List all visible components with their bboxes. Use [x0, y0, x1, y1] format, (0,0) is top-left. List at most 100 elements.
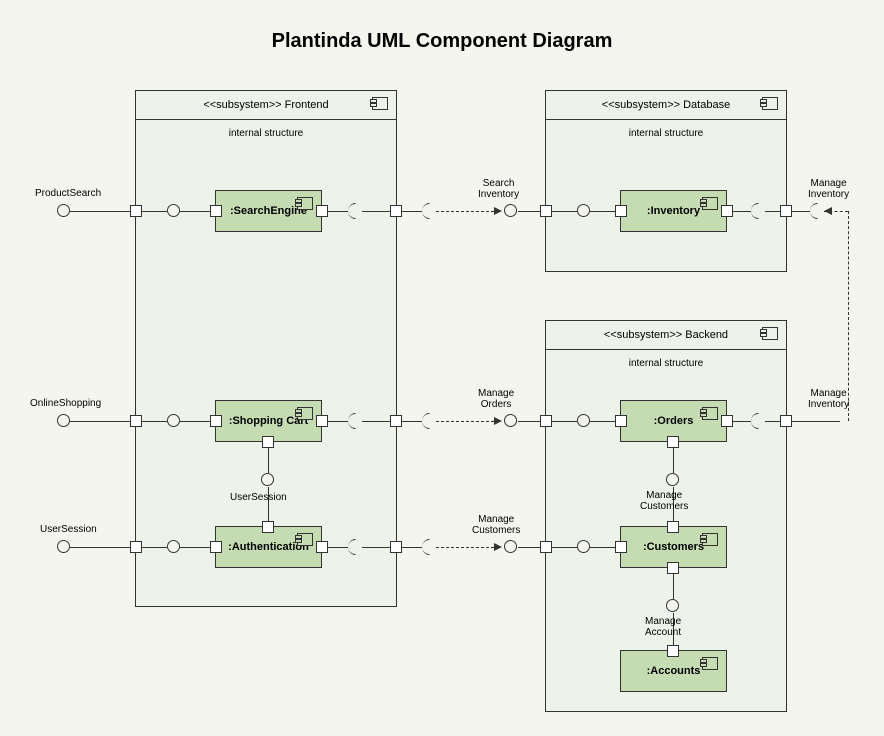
port [540, 205, 552, 217]
interface-ball [57, 414, 70, 427]
label-manageaccount: Manage Account [645, 616, 681, 638]
component-icon [762, 327, 778, 340]
label-manageinventory-right: Manage Inventory [808, 388, 849, 410]
connector [673, 448, 674, 473]
component-icon [702, 657, 718, 670]
port [615, 205, 627, 217]
interface-ball [666, 599, 679, 612]
database-header: <<subsystem>> Database [546, 91, 786, 120]
connector [552, 211, 577, 212]
port [390, 415, 402, 427]
connector [142, 211, 167, 212]
label-productsearch: ProductSearch [35, 188, 101, 199]
connector [792, 211, 810, 212]
connector [765, 421, 780, 422]
connector [402, 211, 422, 212]
connector [70, 421, 130, 422]
frontend-header: <<subsystem>> Frontend [136, 91, 396, 120]
frontend-stereotype: <<subsystem>> Frontend [203, 99, 328, 111]
connector [590, 421, 615, 422]
connector [792, 421, 840, 422]
diagram-canvas: Plantinda UML Component Diagram <<subsys… [0, 0, 884, 736]
component-icon [297, 197, 313, 210]
interface-socket [422, 539, 437, 555]
label-onlineshopping: OnlineShopping [30, 398, 101, 409]
connector [362, 421, 390, 422]
interface-ball [504, 540, 517, 553]
port [262, 436, 274, 448]
port [615, 415, 627, 427]
port [780, 205, 792, 217]
port [540, 415, 552, 427]
label-usersession: UserSession [40, 524, 97, 535]
backend-header: <<subsystem>> Backend [546, 321, 786, 350]
component-icon [702, 197, 718, 210]
connector [328, 211, 348, 212]
connector [552, 547, 577, 548]
connector [402, 421, 422, 422]
connector [328, 421, 348, 422]
interface-socket [810, 203, 825, 219]
database-stereotype: <<subsystem>> Database [602, 99, 730, 111]
interface-ball [167, 540, 180, 553]
port [540, 541, 552, 553]
port [210, 541, 222, 553]
port [130, 205, 142, 217]
connector-dashed [436, 211, 494, 212]
label-manageorders: Manage Orders [478, 388, 514, 410]
connector [180, 211, 210, 212]
connector [590, 211, 615, 212]
port [390, 541, 402, 553]
connector-dashed [436, 547, 494, 548]
port [667, 436, 679, 448]
connector [180, 547, 210, 548]
connector [362, 547, 390, 548]
component-icon [702, 407, 718, 420]
port [130, 541, 142, 553]
inventory-label: :Inventory [647, 205, 700, 217]
label-searchinventory: Search Inventory [478, 178, 519, 200]
port [210, 205, 222, 217]
interface-ball [167, 414, 180, 427]
port [316, 541, 328, 553]
arrow-icon [494, 417, 502, 425]
label-usersession-inner: UserSession [230, 492, 287, 503]
database-internal-label: internal structure [546, 120, 786, 139]
connector [328, 547, 348, 548]
component-icon [297, 407, 313, 420]
port [262, 521, 274, 533]
port [316, 205, 328, 217]
component-icon [762, 97, 778, 110]
label-managecustomers: Manage Customers [472, 514, 520, 536]
interface-socket [422, 413, 437, 429]
connector [142, 421, 167, 422]
port [390, 205, 402, 217]
frontend-internal-label: internal structure [136, 120, 396, 139]
connector [402, 547, 422, 548]
customers-label: :Customers [643, 541, 704, 553]
port [667, 645, 679, 657]
connector [180, 421, 210, 422]
port [667, 562, 679, 574]
port [721, 415, 733, 427]
connector [362, 211, 390, 212]
connector [733, 211, 751, 212]
component-icon [372, 97, 388, 110]
port [721, 205, 733, 217]
interface-ball [666, 473, 679, 486]
backend-internal-label: internal structure [546, 350, 786, 369]
connector [673, 574, 674, 599]
interface-ball [504, 414, 517, 427]
port [130, 415, 142, 427]
port [316, 415, 328, 427]
interface-ball [167, 204, 180, 217]
interface-ball [577, 414, 590, 427]
connector [590, 547, 615, 548]
orders-label: :Orders [654, 415, 694, 427]
connector [765, 211, 780, 212]
connector [518, 547, 540, 548]
port [780, 415, 792, 427]
interface-ball [57, 204, 70, 217]
connector [518, 211, 540, 212]
component-icon [297, 533, 313, 546]
